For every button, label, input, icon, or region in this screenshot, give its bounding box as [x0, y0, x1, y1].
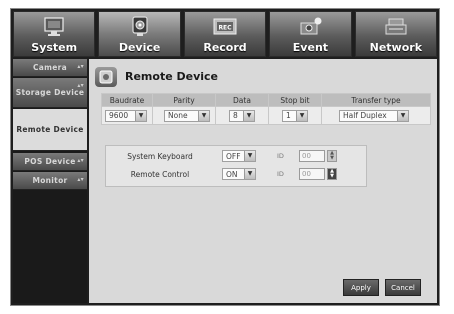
column-header: Baudrate: [101, 93, 153, 107]
menu-item-label: Storage Device: [15, 87, 85, 97]
menu-item-label: Remote Device: [16, 124, 84, 134]
stop-bit-cell: 1 ▼: [268, 106, 322, 125]
tab-record[interactable]: REC Record: [183, 11, 267, 57]
data-cell: 8 ▼: [215, 106, 269, 125]
record-rec-icon: REC: [213, 18, 237, 35]
menu-item-remote-device[interactable]: Remote Device: [13, 109, 87, 151]
select-value: ON: [226, 169, 238, 179]
chevron-down-icon: ▼: [244, 151, 255, 161]
event-camera-icon: [300, 17, 322, 35]
id-label: ID: [277, 170, 284, 178]
data-bits-select[interactable]: 8 ▼: [229, 109, 255, 122]
tab-label: System: [31, 41, 78, 54]
column-header: Transfer type: [321, 93, 431, 107]
svg-text:REC: REC: [218, 25, 232, 32]
chevron-icon: ▴▾: [77, 157, 84, 164]
chevron-down-icon: ▼: [243, 110, 254, 121]
chevron-icon: ▴▾: [77, 82, 84, 89]
system-keyboard-row: System Keyboard OFF ▼ ID 00 ▲ ▼: [106, 148, 366, 166]
transfer-type-select[interactable]: Half Duplex ▼: [339, 109, 409, 122]
remote-device-icon: [95, 67, 117, 87]
camera-icon: [132, 16, 148, 36]
remote-inputs-box: System Keyboard OFF ▼ ID 00 ▲ ▼ Remote Co…: [105, 145, 367, 187]
chevron-icon: ▴▾: [77, 63, 84, 70]
chevron-icon: ▴▾: [77, 176, 84, 183]
chevron-down-icon: ▼: [198, 110, 209, 121]
tab-label: Record: [203, 41, 247, 54]
row-label: Remote Control: [130, 170, 190, 179]
system-keyboard-select[interactable]: OFF ▼: [222, 150, 256, 162]
remote-id-spinner[interactable]: ▲ ▼: [327, 168, 337, 180]
row-label: System Keyboard: [127, 152, 193, 161]
cancel-button[interactable]: Cancel: [385, 279, 421, 296]
chevron-down-icon: ▼: [135, 110, 146, 121]
tab-device[interactable]: Device: [98, 11, 181, 57]
chevron-down-icon: ▼: [244, 169, 255, 179]
select-value: Half Duplex: [343, 111, 387, 120]
tab-label: Network: [369, 41, 423, 54]
tab-system[interactable]: System: [13, 11, 96, 57]
column-header: Stop bit: [268, 93, 322, 107]
column-header: Parity: [152, 93, 216, 107]
menu-item-label: Monitor: [32, 175, 68, 185]
select-value: 8: [233, 111, 238, 120]
remote-device-panel: Remote Device Baudrate Parity Data Stop …: [89, 59, 437, 303]
select-value: 9600: [109, 111, 129, 120]
id-label: ID: [277, 152, 284, 160]
panel-header: Remote Device: [95, 67, 255, 89]
remote-id-field[interactable]: 00: [299, 168, 325, 180]
menu-item-label: Camera: [32, 62, 68, 72]
select-value: OFF: [226, 151, 241, 161]
network-icon: [385, 18, 407, 35]
menu-item-camera[interactable]: Camera ▴▾: [13, 59, 87, 77]
page-title: Remote Device: [125, 70, 219, 83]
select-value: None: [168, 111, 188, 120]
baudrate-cell: 9600 ▼: [101, 106, 153, 125]
menu-item-label: POS Device: [24, 156, 76, 166]
apply-button[interactable]: Apply: [343, 279, 379, 296]
serial-settings-table: Baudrate Parity Data Stop bit Transfer t…: [101, 93, 431, 125]
monitor-icon: [44, 17, 64, 36]
remote-control-row: Remote Control ON ▼ ID 00 ▲ ▼: [106, 166, 366, 184]
tab-network[interactable]: Network: [354, 11, 438, 57]
baudrate-select[interactable]: 9600 ▼: [105, 109, 147, 122]
remote-control-select[interactable]: ON ▼: [222, 168, 256, 180]
tab-label: Device: [118, 41, 161, 54]
parity-cell: None ▼: [152, 106, 216, 125]
select-value: 1: [286, 111, 291, 120]
dvr-window: System Device REC Record Event Network C…: [10, 8, 440, 306]
chevron-down-icon: ▼: [397, 110, 408, 121]
column-header: Data: [215, 93, 269, 107]
keyboard-id-field[interactable]: 00: [299, 150, 325, 162]
chevron-down-icon: ▼: [296, 110, 307, 121]
menu-item-monitor[interactable]: Monitor ▴▾: [13, 172, 87, 190]
tab-event[interactable]: Event: [269, 11, 352, 57]
parity-select[interactable]: None ▼: [164, 109, 210, 122]
tab-label: Event: [292, 41, 329, 54]
transfer-type-cell: Half Duplex ▼: [321, 106, 431, 125]
stop-bit-select[interactable]: 1 ▼: [282, 109, 308, 122]
side-menu: Camera ▴▾ Storage Device ▴▾ Remote Devic…: [13, 59, 87, 303]
menu-item-pos-device[interactable]: POS Device ▴▾: [13, 153, 87, 171]
top-tab-bar: System Device REC Record Event Network: [13, 11, 438, 57]
menu-item-storage-device[interactable]: Storage Device ▴▾: [13, 78, 87, 108]
keyboard-id-spinner[interactable]: ▲ ▼: [327, 150, 337, 162]
